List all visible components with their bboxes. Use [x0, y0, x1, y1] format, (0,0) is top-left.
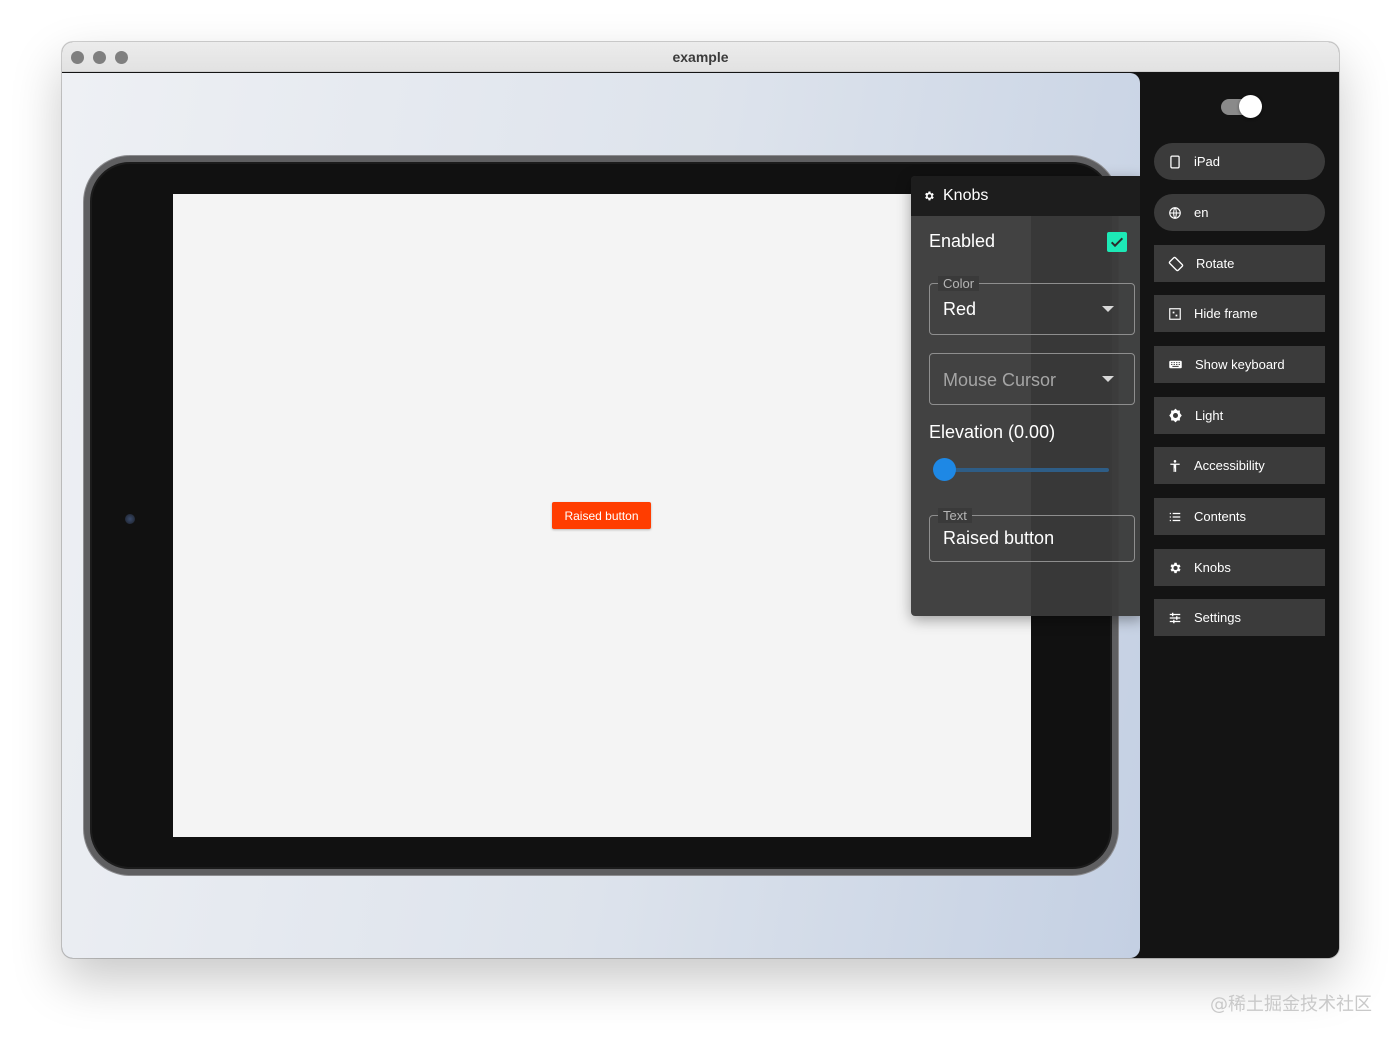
raised-button[interactable]: Raised button [552, 502, 651, 529]
enabled-label: Enabled [929, 231, 996, 251]
elevation-slider[interactable] [933, 458, 1109, 481]
knobs-button[interactable]: Knobs [1154, 549, 1325, 586]
window-controls [71, 51, 128, 64]
color-value: Red [943, 299, 977, 319]
accessibility-icon [1170, 459, 1180, 472]
device-preview-toolbar: iPad en Rotate Hide frame Show keyboard … [1140, 73, 1339, 958]
accessibility-button[interactable]: Accessibility [1154, 447, 1325, 484]
window-title: example [672, 48, 729, 65]
elevation-label: Elevation (0.00) [929, 422, 1056, 442]
tune-icon [1169, 612, 1181, 623]
settings-button[interactable]: Settings [1154, 599, 1325, 636]
locale-label: en [1194, 205, 1209, 220]
show-keyboard-button[interactable]: Show keyboard [1154, 346, 1325, 383]
rotate-button[interactable]: Rotate [1154, 245, 1325, 282]
mouse-cursor-placeholder: Mouse Cursor [943, 370, 1057, 390]
keyboard-icon [1169, 360, 1182, 369]
text-field-value: Raised button [943, 528, 1055, 548]
theme-label: Light [1195, 408, 1224, 423]
rotate-label: Rotate [1196, 256, 1235, 271]
app-window: example Raised button Knobs Enabled Colo… [62, 42, 1339, 958]
device-screen: Raised button [173, 194, 1031, 837]
toggle-knob [1239, 95, 1262, 118]
device-button[interactable]: iPad [1154, 143, 1325, 180]
contents-button[interactable]: Contents [1154, 498, 1325, 535]
color-select[interactable]: Color Red [929, 276, 1135, 335]
knobs-header: Knobs [911, 176, 1140, 216]
frame-icon [1169, 307, 1181, 320]
tablet-icon [1170, 155, 1180, 168]
device-label: iPad [1194, 154, 1221, 169]
list-icon [1169, 512, 1181, 521]
elevation-slider-thumb[interactable] [933, 458, 956, 481]
enabled-row: Enabled [929, 231, 1131, 252]
gear-icon [925, 191, 934, 201]
globe-icon [1169, 206, 1181, 219]
device-preview-area: Raised button Knobs Enabled Color Red Mo… [62, 73, 1140, 958]
text-field[interactable]: Text Raised button [929, 508, 1135, 562]
contents-label: Contents [1194, 509, 1247, 524]
dark-mode-toggle[interactable] [1221, 95, 1262, 118]
brightness-icon [1169, 408, 1182, 423]
hide-frame-label: Hide frame [1194, 306, 1258, 321]
mouse-cursor-select[interactable]: Mouse Cursor [929, 353, 1135, 405]
chevron-down-icon [1102, 376, 1114, 382]
check-icon [1110, 237, 1124, 247]
knobs-panel: Knobs Enabled Color Red Mouse Cursor Ele… [911, 176, 1140, 616]
watermark: @稀土掘金技术社区 [1210, 994, 1372, 1015]
camera-icon [125, 514, 135, 524]
chevron-down-icon [1102, 306, 1114, 312]
close-window-button[interactable] [71, 51, 84, 64]
knobs-label: Knobs [1194, 560, 1231, 575]
color-label: Color [938, 276, 980, 291]
knobs-title: Knobs [943, 187, 989, 204]
minimize-window-button[interactable] [93, 51, 106, 64]
text-field-label: Text [938, 508, 972, 523]
accessibility-label: Accessibility [1194, 458, 1265, 473]
title-bar: example [62, 42, 1339, 72]
enabled-checkbox[interactable] [1107, 231, 1127, 252]
rotate-icon [1168, 256, 1184, 271]
zoom-window-button[interactable] [115, 51, 128, 64]
show-keyboard-label: Show keyboard [1195, 357, 1285, 372]
settings-label: Settings [1194, 610, 1241, 625]
locale-button[interactable]: en [1154, 194, 1325, 231]
theme-button[interactable]: Light [1154, 397, 1325, 434]
hide-frame-button[interactable]: Hide frame [1154, 295, 1325, 332]
gear-icon [1170, 562, 1181, 573]
